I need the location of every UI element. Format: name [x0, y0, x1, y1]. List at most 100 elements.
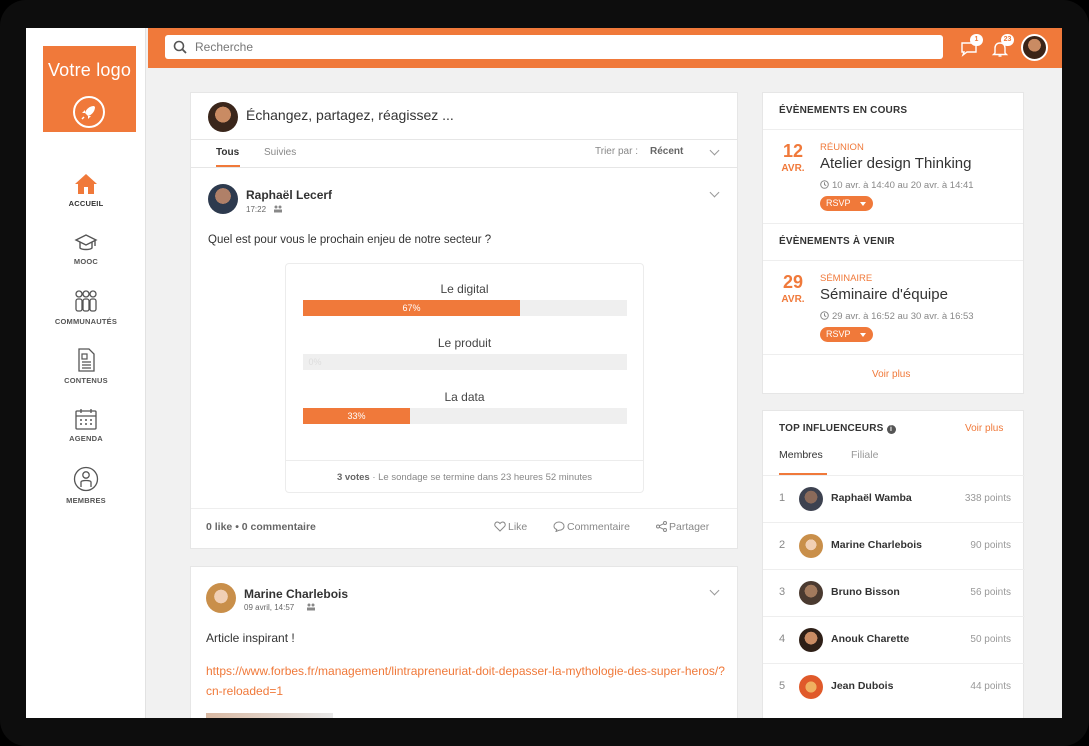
sidebar-item-communautes[interactable]: COMMUNAUTÉS	[26, 289, 146, 326]
post-options-chevron-icon[interactable]	[709, 187, 720, 198]
influencer-rank: 5	[779, 680, 786, 692]
influencer-row[interactable]: 3 Bruno Bisson 56 points	[763, 569, 1025, 616]
sidebar-item-label: MOOC	[73, 257, 99, 266]
avatar[interactable]	[206, 583, 236, 613]
rocket-icon	[73, 96, 105, 128]
composer-prompt[interactable]: Échangez, partagez, réagissez ...	[246, 107, 454, 123]
sidebar-item-label: COMMUNAUTÉS	[54, 317, 118, 326]
tab-suivies[interactable]: Suivies	[264, 147, 296, 158]
search-box[interactable]	[165, 35, 943, 59]
influencer-points: 50 points	[970, 634, 1011, 645]
poll-option-bar[interactable]: 67%	[303, 300, 627, 316]
section-title: ÉVÈNEMENTS À VENIR	[779, 236, 895, 247]
poll-option-bar[interactable]: 0%	[303, 354, 627, 370]
event-dates: 10 avr. à 14:40 au 20 avr. à 14:41	[820, 180, 974, 191]
group-icon	[274, 205, 282, 213]
post-composer[interactable]: Échangez, partagez, réagissez ...	[190, 92, 738, 140]
tab-filiale[interactable]: Filiale	[851, 449, 878, 461]
comment-button[interactable]: Commentaire	[553, 521, 630, 533]
poll-percent: 33%	[347, 411, 366, 421]
influencer-row[interactable]: 2 Marine Charlebois 90 points	[763, 522, 1025, 569]
event-title[interactable]: Séminaire d'équipe	[820, 286, 948, 303]
sidebar-item-contenus[interactable]: CONTENUS	[26, 348, 146, 385]
caret-down-icon	[860, 333, 866, 337]
comment-icon	[553, 521, 565, 533]
like-label: Like	[508, 521, 528, 533]
share-label: Partager	[669, 521, 710, 533]
influencer-points: 56 points	[970, 587, 1011, 598]
influencer-rank: 2	[779, 539, 786, 551]
search-input[interactable]	[195, 38, 895, 56]
people-icon	[75, 290, 97, 312]
user-avatar[interactable]	[1021, 34, 1048, 61]
sidebar-item-label: AGENDA	[69, 434, 103, 443]
group-icon	[307, 603, 315, 611]
events-panel: ÉVÈNEMENTS EN COURS 12 AVR. RÉUNION Atel…	[762, 92, 1024, 394]
sidebar-item-accueil[interactable]: ACCUEIL	[26, 173, 146, 208]
sidebar-item-label: MEMBRES	[66, 496, 106, 505]
event-day: 29	[782, 272, 804, 292]
event-day: 12	[782, 141, 804, 161]
event-dates-text: 10 avr. à 14:40 au 20 avr. à 14:41	[832, 180, 974, 191]
post-link[interactable]: https://www.forbes.fr/management/lintrap…	[206, 661, 726, 701]
post-author[interactable]: Marine Charlebois	[244, 587, 348, 601]
event-type: SÉMINAIRE	[820, 273, 873, 284]
like-button[interactable]: Like	[494, 521, 527, 533]
post-question: Quel est pour vous le prochain enjeu de …	[208, 234, 492, 246]
post-author[interactable]: Raphaël Lecerf	[246, 188, 332, 202]
notifications-button[interactable]: 23	[989, 34, 1014, 59]
post-options-chevron-icon[interactable]	[709, 585, 720, 596]
feed-tabs: Tous Suivies Trier par : Récent	[190, 140, 738, 168]
heart-icon	[494, 521, 506, 532]
influencer-row[interactable]: 5 Jean Dubois 44 points	[763, 663, 1025, 710]
messages-badge: 1	[970, 34, 983, 46]
influencer-row[interactable]: 4 Anouk Charette 50 points	[763, 616, 1025, 663]
info-icon[interactable]: i	[886, 425, 896, 434]
poll-percent: 67%	[402, 303, 421, 313]
influencer-row[interactable]: 1 Raphaël Wamba 338 points	[763, 475, 1025, 522]
sidebar-item-agenda[interactable]: AGENDA	[26, 408, 146, 443]
top-influencers-panel: TOP INFLUENCEURS i Voir plus Membres Fili…	[762, 410, 1025, 718]
logo[interactable]: Votre logo	[43, 46, 136, 132]
sidebar-item-mooc[interactable]: MOOC	[26, 233, 146, 266]
influencer-name: Raphaël Wamba	[831, 492, 912, 504]
divider	[763, 223, 1023, 224]
link-preview-image[interactable]	[206, 713, 333, 718]
rsvp-button[interactable]: RSVP	[820, 196, 873, 211]
avatar	[799, 487, 823, 511]
rsvp-button[interactable]: RSVP	[820, 327, 873, 342]
divider	[763, 260, 1023, 261]
avatar	[799, 628, 823, 652]
avatar	[799, 675, 823, 699]
messages-button[interactable]: 1	[958, 34, 983, 59]
calendar-icon	[75, 409, 97, 430]
home-icon	[75, 174, 97, 194]
influencer-rank: 4	[779, 633, 786, 645]
avatar	[208, 102, 238, 132]
sort-select[interactable]: Récent	[650, 146, 683, 157]
search-icon	[173, 40, 187, 54]
divider	[763, 129, 1023, 130]
clock-icon	[820, 311, 829, 320]
poll-option-fill: 0%	[303, 354, 327, 370]
events-see-more-link[interactable]: Voir plus	[872, 369, 910, 380]
post-text: Article inspirant !	[206, 631, 295, 645]
logo-text: Votre logo	[47, 60, 132, 80]
sidebar-item-membres[interactable]: MEMBRES	[26, 466, 146, 505]
avatar[interactable]	[208, 184, 238, 214]
chevron-down-icon[interactable]	[709, 145, 720, 156]
poll-percent: 0%	[308, 357, 322, 367]
post-card: Raphaël Lecerf 17:22 Quel est pour vous …	[190, 168, 738, 549]
tab-membres[interactable]: Membres	[779, 449, 823, 461]
tab-tous[interactable]: Tous	[216, 147, 239, 158]
post-stats: 0 like • 0 commentaire	[206, 521, 316, 533]
document-icon	[78, 348, 95, 372]
influencer-points: 90 points	[970, 540, 1011, 551]
poll-option-bar[interactable]: 33%	[303, 408, 627, 424]
comment-label: Commentaire	[567, 521, 631, 533]
share-button[interactable]: Partager	[656, 521, 709, 533]
influencers-title: TOP INFLUENCEURS	[779, 423, 884, 434]
influencers-see-more-link[interactable]: Voir plus	[965, 423, 1003, 434]
event-title[interactable]: Atelier design Thinking	[820, 155, 971, 172]
share-icon	[656, 521, 667, 532]
